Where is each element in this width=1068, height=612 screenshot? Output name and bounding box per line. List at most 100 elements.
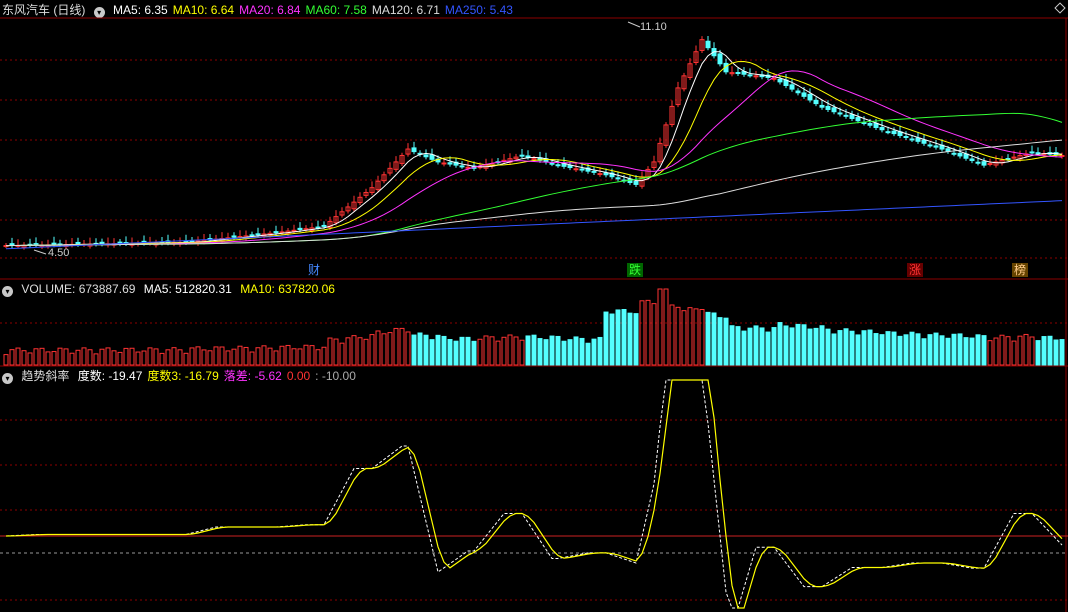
volume-bar bbox=[543, 339, 549, 366]
volume-bar bbox=[195, 346, 201, 366]
volume-bar bbox=[99, 348, 105, 366]
event-tag[interactable]: 涨 bbox=[907, 263, 924, 277]
volume-bar bbox=[309, 345, 315, 366]
volume-bar bbox=[705, 311, 711, 366]
event-tag[interactable]: 跌 bbox=[627, 263, 644, 277]
volume-bar bbox=[1011, 340, 1017, 366]
volume-bar bbox=[549, 335, 555, 366]
volume-bar bbox=[135, 351, 141, 366]
candle-body bbox=[321, 224, 327, 227]
candle-body bbox=[411, 147, 417, 153]
candle-body bbox=[753, 75, 759, 78]
candle-body bbox=[933, 145, 939, 148]
ma5-line bbox=[5, 51, 1063, 247]
volume-bar bbox=[795, 323, 801, 366]
candle-body bbox=[807, 93, 813, 101]
volume-bar bbox=[699, 309, 705, 366]
volume-bar bbox=[279, 345, 285, 366]
volume-bar bbox=[243, 346, 249, 366]
volume-bar bbox=[993, 337, 999, 366]
candle-body bbox=[459, 165, 465, 168]
volume-bar bbox=[729, 325, 735, 366]
volume-bar bbox=[1029, 336, 1035, 366]
volume-bar bbox=[1017, 335, 1023, 366]
candle-body bbox=[867, 122, 873, 126]
volume-bar bbox=[753, 325, 759, 366]
volume-bar bbox=[621, 309, 627, 366]
ma250-line bbox=[5, 200, 1063, 250]
volume-bar bbox=[93, 353, 99, 366]
candle-body bbox=[801, 92, 807, 97]
volume-bar bbox=[891, 331, 897, 366]
volume-bar bbox=[231, 348, 237, 366]
volume-bar bbox=[105, 347, 111, 366]
candle-body bbox=[849, 114, 855, 119]
candle-body bbox=[843, 114, 849, 117]
degree-line bbox=[5, 379, 1063, 609]
candle-body bbox=[885, 131, 891, 134]
volume-bar bbox=[531, 334, 537, 366]
volume-bar bbox=[297, 348, 303, 366]
volume-bar bbox=[405, 331, 411, 366]
volume-bar bbox=[123, 347, 129, 366]
volume-bar bbox=[945, 337, 951, 366]
candle-body bbox=[1005, 158, 1011, 161]
volume-bar bbox=[903, 334, 909, 366]
candle-body bbox=[891, 130, 897, 135]
volume-bar bbox=[597, 336, 603, 366]
volume-bar bbox=[603, 311, 609, 366]
volume-bar bbox=[315, 349, 321, 366]
candle-body bbox=[861, 122, 867, 125]
candle-body bbox=[1029, 151, 1035, 154]
volume-bar bbox=[417, 332, 423, 366]
event-tag[interactable]: 财 bbox=[306, 263, 323, 277]
candle-body bbox=[705, 40, 711, 49]
volume-bar bbox=[213, 346, 219, 366]
volume-bar bbox=[435, 334, 441, 366]
volume-bar bbox=[1053, 339, 1059, 366]
volume-bar bbox=[843, 328, 849, 366]
volume-bar bbox=[669, 304, 675, 366]
candle-body bbox=[903, 136, 909, 139]
stock-chart-canvas[interactable]: 11.10 4.50 bbox=[0, 0, 1068, 612]
volume-bar bbox=[639, 300, 645, 366]
volume-bar bbox=[915, 333, 921, 366]
volume-bar bbox=[723, 317, 729, 366]
volume-bar bbox=[273, 350, 279, 366]
volume-bar bbox=[975, 334, 981, 366]
volume-bar bbox=[3, 354, 9, 366]
volume-bar bbox=[357, 337, 363, 366]
candle-body bbox=[273, 231, 279, 234]
volume-bar bbox=[225, 350, 231, 366]
candle-body bbox=[975, 161, 981, 164]
volume-bar bbox=[867, 329, 873, 366]
volume-bar bbox=[51, 351, 57, 366]
volume-bar bbox=[369, 334, 375, 366]
volume-bar bbox=[1023, 333, 1029, 366]
volume-bar bbox=[411, 334, 417, 366]
volume-bar bbox=[441, 335, 447, 366]
volume-bar bbox=[465, 336, 471, 366]
candle-body bbox=[915, 137, 921, 142]
volume-bar bbox=[939, 335, 945, 366]
volume-bar bbox=[507, 334, 513, 366]
event-tag[interactable]: 榜 bbox=[1012, 263, 1029, 277]
volume-bar bbox=[657, 288, 663, 366]
candle-body bbox=[531, 158, 537, 161]
volume-bar bbox=[63, 348, 69, 366]
volume-bar bbox=[345, 337, 351, 366]
volume-bar bbox=[585, 342, 591, 366]
candle-body bbox=[909, 138, 915, 141]
volume-bar bbox=[573, 336, 579, 366]
candle-body bbox=[747, 74, 753, 77]
volume-bar bbox=[789, 327, 795, 366]
volume-bar bbox=[1035, 340, 1041, 366]
candle-body bbox=[951, 152, 957, 155]
volume-bar bbox=[633, 313, 639, 366]
low-price-label: 4.50 bbox=[48, 247, 69, 259]
volume-bar bbox=[555, 335, 561, 366]
volume-bar bbox=[513, 336, 519, 366]
candle-body bbox=[879, 127, 885, 131]
volume-bar bbox=[393, 327, 399, 366]
candle-body bbox=[573, 168, 579, 171]
